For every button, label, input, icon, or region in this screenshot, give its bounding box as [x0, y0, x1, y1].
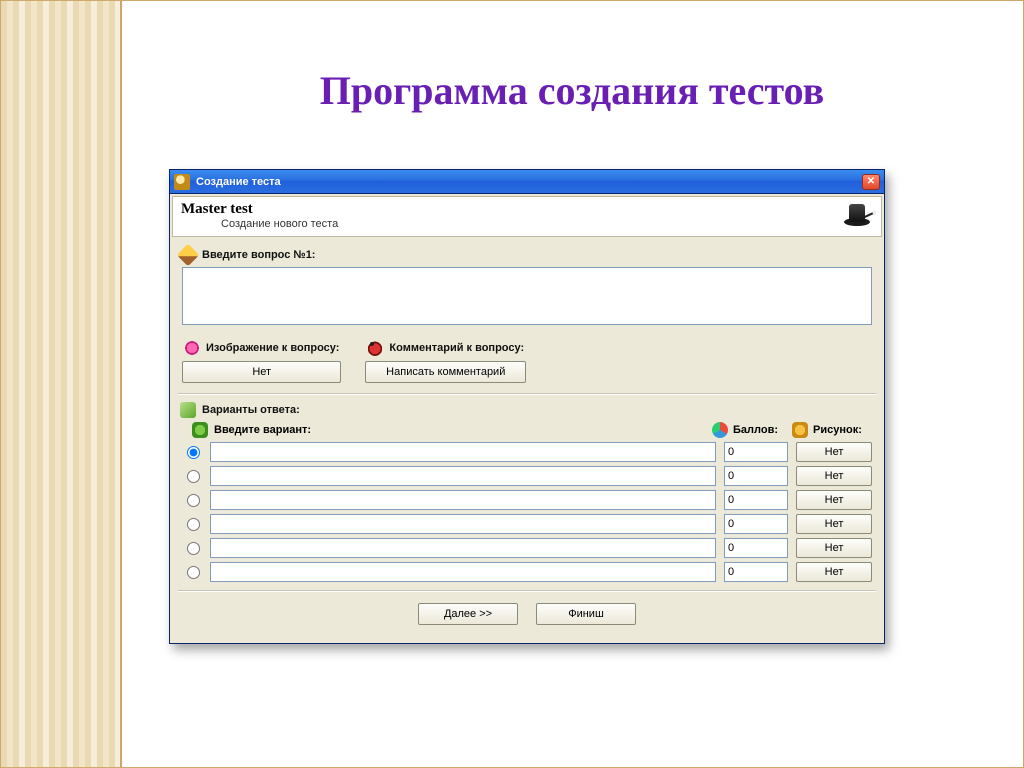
- question-label-row: Введите вопрос №1:: [178, 243, 876, 265]
- answer-score-input[interactable]: [724, 562, 788, 582]
- answer-text-input[interactable]: [210, 466, 716, 486]
- answer-picture-button[interactable]: Нет: [796, 538, 872, 558]
- answers-col-picture: Рисунок:: [813, 424, 862, 436]
- answer-score-input[interactable]: [724, 442, 788, 462]
- answer-row: Нет: [178, 560, 876, 584]
- comment-section-text: Комментарий к вопросу:: [389, 342, 524, 354]
- image-section-text: Изображение к вопросу:: [206, 342, 339, 354]
- answer-row: Нет: [178, 440, 876, 464]
- answer-picture-button[interactable]: Нет: [796, 466, 872, 486]
- clip-icon: [180, 402, 196, 418]
- answer-radio[interactable]: [187, 446, 200, 459]
- wizard-subtitle: Создание нового теста: [221, 218, 841, 230]
- wizard-body: Введите вопрос №1: Изображение к вопросу…: [172, 239, 882, 641]
- close-icon[interactable]: ✕: [862, 174, 880, 190]
- answer-picture-button[interactable]: Нет: [796, 514, 872, 534]
- answer-picture-button[interactable]: Нет: [796, 562, 872, 582]
- flower-icon: [184, 340, 200, 356]
- slide-decorative-stripe: [1, 1, 121, 767]
- answer-score-input[interactable]: [724, 466, 788, 486]
- answers-header: Введите вариант: Баллов: Рисунок:: [178, 420, 876, 440]
- answers-title-row: Варианты ответа:: [178, 398, 876, 420]
- answer-score-input[interactable]: [724, 538, 788, 558]
- answer-text-input[interactable]: [210, 490, 716, 510]
- question-label: Введите вопрос №1:: [202, 249, 315, 261]
- slide-title: Программа создания тестов: [181, 67, 963, 114]
- answers-title: Варианты ответа:: [202, 404, 300, 416]
- finish-button[interactable]: Финиш: [536, 603, 636, 625]
- answer-text-input[interactable]: [210, 442, 716, 462]
- image-section-label: Изображение к вопросу:: [182, 336, 341, 358]
- answer-text-input[interactable]: [210, 562, 716, 582]
- answer-picture-button[interactable]: Нет: [796, 442, 872, 462]
- separator: [178, 590, 876, 591]
- pie-icon: [712, 422, 728, 438]
- puzzle2-icon: [792, 422, 808, 438]
- answer-text-input[interactable]: [210, 538, 716, 558]
- answer-row: Нет: [178, 488, 876, 512]
- app-icon: [174, 174, 190, 190]
- answer-row: Нет: [178, 464, 876, 488]
- puzzle-icon: [192, 422, 208, 438]
- wizard-title: Master test: [181, 201, 841, 218]
- answer-radio[interactable]: [187, 494, 200, 507]
- slide-stripe-border: [120, 1, 122, 767]
- answer-score-input[interactable]: [724, 514, 788, 534]
- answers-col-variant: Введите вариант:: [214, 424, 311, 436]
- write-comment-button[interactable]: Написать комментарий: [365, 361, 526, 383]
- answer-text-input[interactable]: [210, 514, 716, 534]
- answer-radio[interactable]: [187, 566, 200, 579]
- window-title: Создание теста: [196, 176, 862, 188]
- window-titlebar[interactable]: Создание теста ✕: [170, 170, 884, 194]
- slide-background: Программа создания тестов Создание теста…: [0, 0, 1024, 768]
- app-window: Создание теста ✕ Master test Создание но…: [169, 169, 885, 644]
- answer-radio[interactable]: [187, 542, 200, 555]
- answer-radio[interactable]: [187, 518, 200, 531]
- answer-row: Нет: [178, 536, 876, 560]
- answers-col-score: Баллов:: [733, 424, 778, 436]
- wizard-footer: Далее >> Финиш: [178, 595, 876, 635]
- pencil-icon: [177, 244, 200, 267]
- image-none-button[interactable]: Нет: [182, 361, 341, 383]
- wizard-header: Master test Создание нового теста: [172, 196, 882, 237]
- answers-container: Нет Нет Нет Нет Нет Нет: [178, 440, 876, 584]
- answer-score-input[interactable]: [724, 490, 788, 510]
- next-button[interactable]: Далее >>: [418, 603, 518, 625]
- comment-section-label: Комментарий к вопросу:: [365, 336, 526, 358]
- question-input[interactable]: [182, 267, 872, 325]
- wizard-hat-icon: [841, 202, 873, 230]
- answer-radio[interactable]: [187, 470, 200, 483]
- answer-picture-button[interactable]: Нет: [796, 490, 872, 510]
- bug-icon: [367, 340, 383, 356]
- separator: [178, 393, 876, 394]
- answer-row: Нет: [178, 512, 876, 536]
